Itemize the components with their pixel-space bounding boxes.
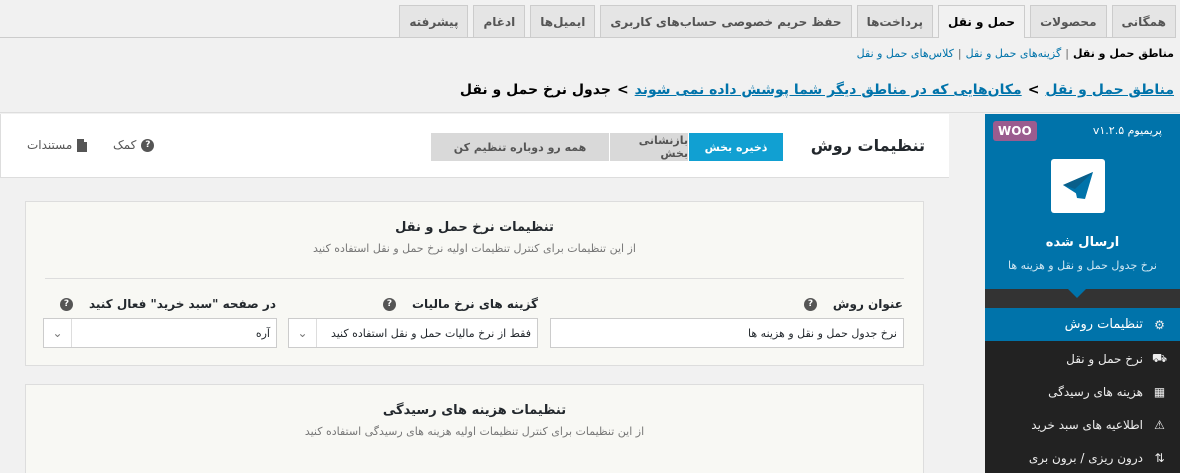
alert-icon: ⚠ xyxy=(1154,417,1165,432)
docs-label: مستندات xyxy=(27,138,73,152)
truck-icon: ⛟ xyxy=(1151,350,1168,365)
import-export-icon: ⇅ xyxy=(1154,450,1165,465)
breadcrumb-separator: > xyxy=(1027,82,1040,98)
version-label: پریمیوم v۱.۲.۵ xyxy=(1092,124,1162,137)
breadcrumb: مناطق حمل و نقل > مکان‌هایی که در مناطق … xyxy=(460,82,1174,98)
method-title-label: عنوان روش ? xyxy=(803,297,903,311)
panel-header: تنظیمات روش ذخیره بخش بازنشانی بخش همه ر… xyxy=(0,114,949,178)
help-icon: ? xyxy=(141,138,155,152)
breadcrumb-other-locations-link[interactable]: مکان‌هایی که در مناطق دیگر شما پوشش داده… xyxy=(635,82,1022,98)
main-panel: تنظیمات روش ذخیره بخش بازنشانی بخش همه ر… xyxy=(0,114,949,473)
tax-rate-select[interactable]: فقط از نرخ مالیات حمل و نقل استفاده کنید… xyxy=(288,318,538,348)
gear-icon: ⚙ xyxy=(1154,317,1165,332)
cart-page-enable-label: در صفحه "سبد خرید" فعال کنید ? xyxy=(59,297,276,311)
docs-link[interactable]: مستندات xyxy=(27,138,88,152)
tab-shipping[interactable]: حمل و نقل xyxy=(938,5,1026,38)
pointer-arrow xyxy=(1068,289,1086,298)
breadcrumb-separator: > xyxy=(616,82,629,98)
help-icon[interactable]: ? xyxy=(59,297,73,311)
paper-plane-icon xyxy=(1051,159,1105,213)
page-title: تنظیمات روش xyxy=(810,136,925,155)
plugin-subtitle: نرخ جدول حمل و نقل و هزینه ها xyxy=(1008,259,1157,272)
tax-rate-label: گزینه های نرخ مالیات ? xyxy=(382,297,538,311)
section-title: تنظیمات نرخ حمل و نقل xyxy=(395,220,554,235)
plugin-brand-box: WOO پریمیوم v۱.۲.۵ ارسال شده نرخ جدول حم… xyxy=(985,114,1180,289)
shipping-sublinks: مناطق حمل و نقل | گزینه‌های حمل و نقل | … xyxy=(857,47,1174,60)
sublink-zones-current: مناطق حمل و نقل xyxy=(1072,47,1174,60)
reset-section-button[interactable]: بازنشانی بخش xyxy=(610,133,688,161)
sidebar-item-cart-notices[interactable]: ⚠ اطلاعیه های سبد خرید xyxy=(985,408,1180,441)
help-icon[interactable]: ? xyxy=(382,297,396,311)
tab-products[interactable]: محصولات xyxy=(1030,5,1107,37)
shipping-rate-settings-section: تنظیمات نرخ حمل و نقل از این تنظیمات برا… xyxy=(25,201,924,366)
cart-page-select[interactable]: آره ⌄ xyxy=(43,318,277,348)
sidebar-item-method-settings[interactable]: ⚙ تنظیمات روش xyxy=(985,308,1180,341)
section-description: از این تنظیمات برای کنترل تنظیمات اولیه … xyxy=(304,425,645,438)
method-title-input[interactable]: نرخ جدول حمل و نقل و هزینه ها xyxy=(550,318,904,348)
chevron-down-icon: ⌄ xyxy=(44,319,72,347)
sublink-classes[interactable]: کلاس‌های حمل و نقل xyxy=(857,47,954,60)
settings-tabs: همگانی محصولات حمل و نقل پرداخت‌ها حفظ ح… xyxy=(0,5,1176,38)
tab-accounts-privacy[interactable]: حفظ حریم خصوصی حساب‌های کاربری xyxy=(600,5,852,37)
plugin-name: ارسال شده xyxy=(1045,235,1120,250)
handling-fees-section: تنظیمات هزینه های رسیدگی از این تنظیمات … xyxy=(25,384,924,473)
box-icon: ▦ xyxy=(1153,384,1166,399)
sublink-separator: | xyxy=(957,47,962,60)
help-link[interactable]: ? کمک xyxy=(113,138,155,152)
help-label: کمک xyxy=(113,138,137,152)
plugin-sidebar: WOO پریمیوم v۱.۲.۵ ارسال شده نرخ جدول حم… xyxy=(985,114,1180,473)
tab-advanced[interactable]: پیشرفته xyxy=(399,5,469,37)
reset-all-button[interactable]: همه رو دوباره تنظیم کن xyxy=(431,133,609,161)
divider xyxy=(0,112,1180,113)
sublink-separator: | xyxy=(1065,47,1069,60)
tab-payments[interactable]: پرداخت‌ها xyxy=(856,5,933,37)
sidebar-item-shipping-rates[interactable]: ⛟ نرخ حمل و نقل xyxy=(985,342,1180,375)
chevron-down-icon: ⌄ xyxy=(289,319,317,347)
tab-general[interactable]: همگانی xyxy=(1111,5,1176,37)
help-icon[interactable]: ? xyxy=(803,297,817,311)
sidebar-item-handling-fees[interactable]: ▦ هزینه های رسیدگی xyxy=(985,375,1180,408)
section-divider xyxy=(45,278,904,279)
save-section-button[interactable]: ذخیره بخش xyxy=(689,133,783,161)
section-title: تنظیمات هزینه های رسیدگی xyxy=(382,403,567,418)
woo-logo: WOO xyxy=(993,121,1037,141)
tab-emails[interactable]: ایمیل‌ها xyxy=(530,5,596,37)
breadcrumb-current: جدول نرخ حمل و نقل xyxy=(459,82,611,98)
section-description: از این تنظیمات برای کنترل تنظیمات اولیه … xyxy=(313,242,636,255)
breadcrumb-zones-link[interactable]: مناطق حمل و نقل xyxy=(1045,82,1174,98)
sublink-options[interactable]: گزینه‌های حمل و نقل xyxy=(966,47,1062,60)
document-icon xyxy=(77,138,88,152)
sidebar-item-import-export[interactable]: ⇅ درون ریزی / برون بری xyxy=(985,441,1180,473)
tab-integration[interactable]: ادغام xyxy=(473,5,526,37)
